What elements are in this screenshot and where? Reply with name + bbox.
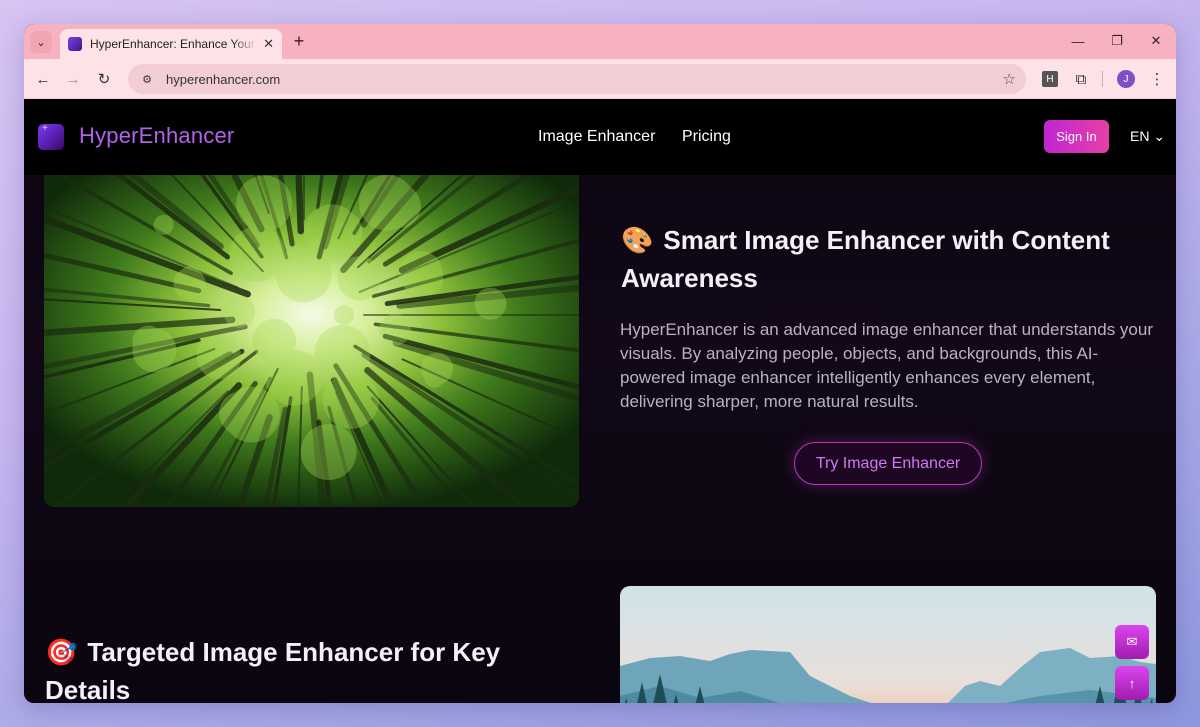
section1-description: HyperEnhancer is an advanced image enhan… xyxy=(620,320,1154,411)
site-header: HyperEnhancer Image Enhancer Pricing Sig… xyxy=(24,99,1176,175)
maximize-button[interactable]: ❐ xyxy=(1097,30,1137,52)
language-selector[interactable]: EN ⌄ xyxy=(1130,128,1165,145)
tab-title: HyperEnhancer: Enhance Your Images xyxy=(90,37,257,51)
section1-title: 🎨 Smart Image Enhancer with Content Aware… xyxy=(621,221,1141,297)
nav-pricing[interactable]: Pricing xyxy=(682,128,731,146)
try-image-enhancer-button[interactable]: Try Image Enhancer xyxy=(794,442,982,485)
back-button[interactable]: ← xyxy=(32,68,54,90)
url-text[interactable]: hyperenhancer.com xyxy=(166,72,1003,87)
tab-search-button[interactable]: ⌄ xyxy=(30,31,52,53)
logo-text[interactable]: HyperEnhancer xyxy=(79,123,234,149)
toolbar-divider xyxy=(1102,71,1103,87)
extensions-puzzle-icon[interactable]: ⧉ xyxy=(1070,68,1092,90)
palette-icon: 🎨 xyxy=(621,225,654,255)
web-page: HyperEnhancer Image Enhancer Pricing Sig… xyxy=(24,99,1176,703)
browser-window: ⌄ HyperEnhancer: Enhance Your Images ✕ +… xyxy=(24,24,1176,703)
logo-icon[interactable] xyxy=(38,123,64,150)
tab-strip: ⌄ HyperEnhancer: Enhance Your Images ✕ +… xyxy=(24,24,1176,59)
close-window-button[interactable]: ✕ xyxy=(1136,30,1176,52)
sign-in-button[interactable]: Sign In xyxy=(1044,120,1109,153)
active-tab[interactable]: HyperEnhancer: Enhance Your Images ✕ xyxy=(60,29,282,59)
mail-button[interactable]: ✉ xyxy=(1115,625,1149,659)
browser-menu-icon[interactable]: ⋮ xyxy=(1148,68,1166,90)
browser-toolbar: ← → ↻ ⚙ hyperenhancer.com ☆ H ⧉ J ⋮ xyxy=(24,59,1176,99)
target-icon: 🎯 xyxy=(45,637,78,667)
forward-button[interactable]: → xyxy=(62,68,84,90)
section2-title-text: Targeted Image Enhancer for Key Details xyxy=(45,637,501,703)
section2-title: 🎯 Targeted Image Enhancer for Key Details xyxy=(45,633,565,703)
extension-h-icon[interactable]: H xyxy=(1042,71,1058,87)
minimize-button[interactable]: — xyxy=(1058,30,1098,52)
bamboo-forest-image xyxy=(44,175,579,507)
reload-button[interactable]: ↻ xyxy=(93,68,115,90)
nav-image-enhancer[interactable]: Image Enhancer xyxy=(538,128,655,146)
address-bar[interactable]: ⚙ hyperenhancer.com ☆ xyxy=(128,64,1026,94)
bookmark-star-icon[interactable]: ☆ xyxy=(1003,70,1016,88)
scroll-to-top-button[interactable]: ↑ xyxy=(1115,666,1149,700)
new-tab-button[interactable]: + xyxy=(288,30,310,52)
tab-close-icon[interactable]: ✕ xyxy=(263,36,274,52)
site-favicon-icon xyxy=(68,37,82,51)
mountain-landscape-image xyxy=(620,586,1156,703)
profile-avatar[interactable]: J xyxy=(1117,70,1135,88)
site-info-icon[interactable]: ⚙ xyxy=(138,70,156,88)
section1-title-text: Smart Image Enhancer with Content Awaren… xyxy=(621,225,1110,293)
